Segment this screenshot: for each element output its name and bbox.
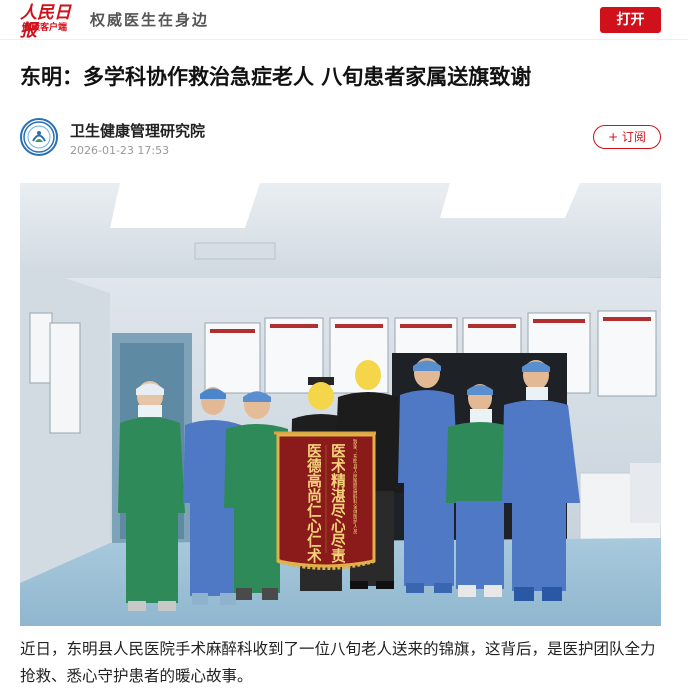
banner-header-text: 致谢：东明县人民医院麻醉科全体医护人员 (352, 439, 357, 534)
slogan: 权威医生在身边 (90, 11, 210, 29)
pennant-banner (274, 431, 376, 570)
article-photo: 致谢：东明县人民医院麻醉科全体医护人员 医术精湛尽心尽责 医德高尚仁心仁术 (20, 183, 661, 626)
top-bar: 人民日报 健康客户端 权威医生在身边 打开 (0, 0, 688, 40)
article-title: 东明：多学科协作救治急症老人 八旬患者家属送旗致谢 (20, 65, 532, 89)
brand-name: 人民日报 (20, 3, 71, 41)
brand-logo[interactable]: 人民日报 健康客户端 (20, 4, 82, 40)
institute-logo-icon (23, 121, 55, 153)
subscribe-button[interactable]: + 订阅 (593, 125, 661, 149)
banner-right-column: 医术精湛尽心尽责 (329, 443, 345, 563)
open-app-button[interactable]: 打开 (600, 7, 661, 33)
article-body: 近日，东明县人民医院手术麻醉科收到了一位八旬老人送来的锦旗，这背后，是医护团队全… (20, 640, 656, 685)
author-avatar[interactable] (20, 118, 58, 156)
author-name[interactable]: 卫生健康管理研究院 (70, 120, 205, 141)
publish-time: 2026-01-23 17:53 (70, 144, 170, 157)
brand-subtitle: 健康客户端 (22, 23, 68, 33)
banner-left-column: 医德高尚仁心仁术 (305, 443, 321, 563)
